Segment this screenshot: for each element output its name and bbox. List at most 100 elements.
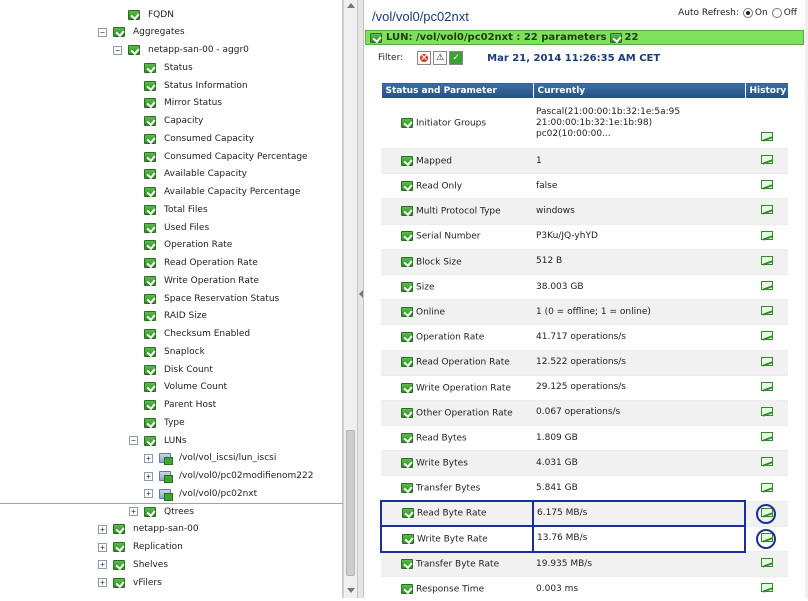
tree-item-label[interactable]: Consumed Capacity [162, 134, 256, 144]
tree-item-label[interactable]: Write Operation Rate [162, 276, 261, 286]
expand-icon[interactable]: + [144, 471, 153, 481]
tree-item-label[interactable]: Replication [131, 542, 185, 552]
filter-error-button[interactable]: × [417, 51, 432, 65]
column-header-currently[interactable]: Currently [532, 82, 746, 99]
tree-item-label[interactable]: FQDN [146, 10, 176, 20]
collapse-icon[interactable]: − [129, 436, 138, 445]
table-row[interactable]: Other Operation Rate 0.067 operations/s [381, 400, 788, 427]
expand-icon[interactable]: + [98, 542, 107, 552]
tree-item-label[interactable]: Mirror Status [162, 98, 224, 108]
tree-item[interactable]: + /vol/vol0/pc02nxt [144, 485, 259, 502]
tree-item-label[interactable]: Total Files [162, 205, 210, 215]
tree-item-label[interactable]: RAID Size [162, 311, 209, 321]
tree-item[interactable]: Capacity [129, 113, 205, 130]
tree-item[interactable]: Volume Count [129, 379, 229, 396]
table-row[interactable]: Multi Protocol Type windows [381, 198, 788, 225]
tree-item[interactable]: + /vol/vol_iscsi/lun_iscsi [144, 450, 278, 467]
tree-item[interactable]: + vFilers [98, 574, 164, 591]
expand-icon[interactable]: + [98, 524, 107, 534]
tree-item-label[interactable]: LUNs [162, 436, 189, 446]
expand-icon[interactable]: + [98, 578, 107, 587]
tree-item[interactable]: Consumed Capacity [129, 130, 256, 147]
history-chart-icon[interactable] [760, 457, 773, 467]
history-chart-icon[interactable] [760, 381, 773, 391]
filter-ok-button[interactable]: ✓ [449, 51, 464, 65]
scrollbar-thumb[interactable] [346, 430, 355, 576]
table-row[interactable]: Response Time 0.003 ms [381, 576, 788, 598]
tree-item-label[interactable]: netapp-san-00 - aggr0 [146, 45, 251, 55]
history-chart-icon[interactable] [760, 432, 773, 442]
history-chart-icon[interactable] [760, 482, 773, 492]
tree-item[interactable]: Operation Rate [129, 237, 234, 254]
table-row[interactable]: Serial Number P3Ku/JQ-yhYD [381, 224, 788, 250]
tree-item-label[interactable]: Read Operation Rate [162, 258, 260, 268]
tree-item-label[interactable]: Checksum Enabled [162, 329, 252, 339]
tree-item[interactable]: Disk Count [129, 361, 215, 378]
table-row[interactable]: Mapped 1 [381, 148, 788, 175]
tree-item[interactable]: Total Files [129, 201, 210, 218]
tree-item[interactable]: + /vol/vol0/pc02modifienom222 [144, 468, 315, 485]
history-chart-icon[interactable] [760, 406, 773, 416]
tree-item-label[interactable]: Shelves [131, 560, 170, 570]
tree-item[interactable]: Mirror Status [129, 95, 224, 112]
tree-item-label[interactable]: Operation Rate [162, 240, 234, 250]
collapse-icon[interactable]: − [113, 45, 122, 55]
tree-item[interactable]: Snaplock [129, 343, 207, 360]
tree-item-label[interactable]: netapp-san-00 [131, 524, 201, 534]
tree-item-label[interactable]: Aggregates [131, 27, 187, 37]
tree-item[interactable]: Type [129, 414, 187, 431]
tree-item[interactable]: − netapp-san-00 - aggr0 [113, 42, 251, 59]
column-header-parameter[interactable]: Status and Parameter [380, 82, 534, 99]
table-row[interactable]: Read Byte Rate 6.175 MB/s [380, 500, 788, 528]
auto-refresh-on-radio[interactable] [742, 8, 753, 18]
tree-item-label[interactable]: Space Reservation Status [162, 294, 281, 304]
table-row[interactable]: Read Operation Rate 12.522 operations/s [381, 350, 788, 376]
tree-item[interactable]: + Replication [98, 539, 185, 556]
table-row[interactable]: Size 38.003 GB [381, 274, 788, 301]
tree-item-label[interactable]: /vol/vol0/pc02modifienom222 [177, 471, 315, 481]
auto-refresh-off-label[interactable]: Off [784, 8, 797, 18]
history-chart-icon[interactable] [760, 230, 773, 240]
tree-item-label[interactable]: Status [162, 63, 195, 73]
tree-item-label[interactable]: Available Capacity Percentage [162, 187, 302, 197]
tree-item-label[interactable]: vFilers [131, 578, 164, 588]
scroll-down-icon[interactable] [347, 588, 355, 593]
tree-item-label[interactable]: Disk Count [162, 365, 215, 375]
table-row[interactable]: Initiator Groups Pascal(21:00:00:1b:32:1e… [381, 98, 788, 149]
tree-item-label[interactable]: Qtrees [162, 507, 196, 517]
tree-item-label[interactable]: Status Information [162, 81, 250, 91]
tree-item-label[interactable]: /vol/vol0/pc02nxt [177, 489, 259, 499]
tree-item[interactable]: Status [129, 59, 195, 76]
tree-item[interactable]: Status Information [129, 77, 250, 94]
table-row[interactable]: Write Operation Rate 29.125 operations/s [381, 375, 788, 401]
expand-icon[interactable]: + [129, 507, 138, 516]
scroll-up-icon[interactable] [347, 3, 355, 8]
history-chart-icon[interactable] [760, 205, 773, 215]
history-chart-icon[interactable] [760, 558, 773, 568]
tree-item[interactable]: Used Files [129, 219, 211, 236]
tree-item-label[interactable]: Available Capacity [162, 169, 249, 179]
pane-splitter[interactable] [357, 0, 364, 598]
tree-item[interactable]: + netapp-san-00 [98, 521, 201, 538]
tree-item-label[interactable]: Type [162, 418, 187, 428]
tree-item[interactable]: Write Operation Rate [129, 272, 261, 289]
tree-item[interactable]: Checksum Enabled [129, 326, 252, 343]
history-chart-icon[interactable] [760, 281, 773, 291]
tree-item[interactable]: FQDN [113, 6, 176, 23]
table-row[interactable]: Operation Rate 41.717 operations/s [381, 324, 788, 351]
tree-item-label[interactable]: /vol/vol_iscsi/lun_iscsi [177, 453, 278, 463]
column-header-history[interactable]: History [744, 82, 789, 99]
filter-warning-button[interactable]: ⚠ [433, 51, 448, 65]
tree-item[interactable]: Read Operation Rate [129, 255, 260, 272]
history-chart-icon[interactable] [760, 356, 773, 366]
tree-item[interactable]: − Aggregates [98, 24, 187, 41]
tree-scrollbar[interactable] [343, 0, 357, 598]
table-row[interactable]: Read Only false [381, 173, 788, 200]
history-chart-icon[interactable] [760, 306, 773, 316]
history-chart-icon[interactable] [760, 331, 773, 341]
tree-item-label[interactable]: Snaplock [162, 347, 207, 357]
tree-item[interactable]: Consumed Capacity Percentage [129, 148, 310, 165]
collapse-arrow-icon[interactable] [359, 290, 363, 298]
table-row[interactable]: Read Bytes 1.809 GB [381, 425, 788, 452]
tree-item[interactable]: + Qtrees [129, 503, 196, 520]
